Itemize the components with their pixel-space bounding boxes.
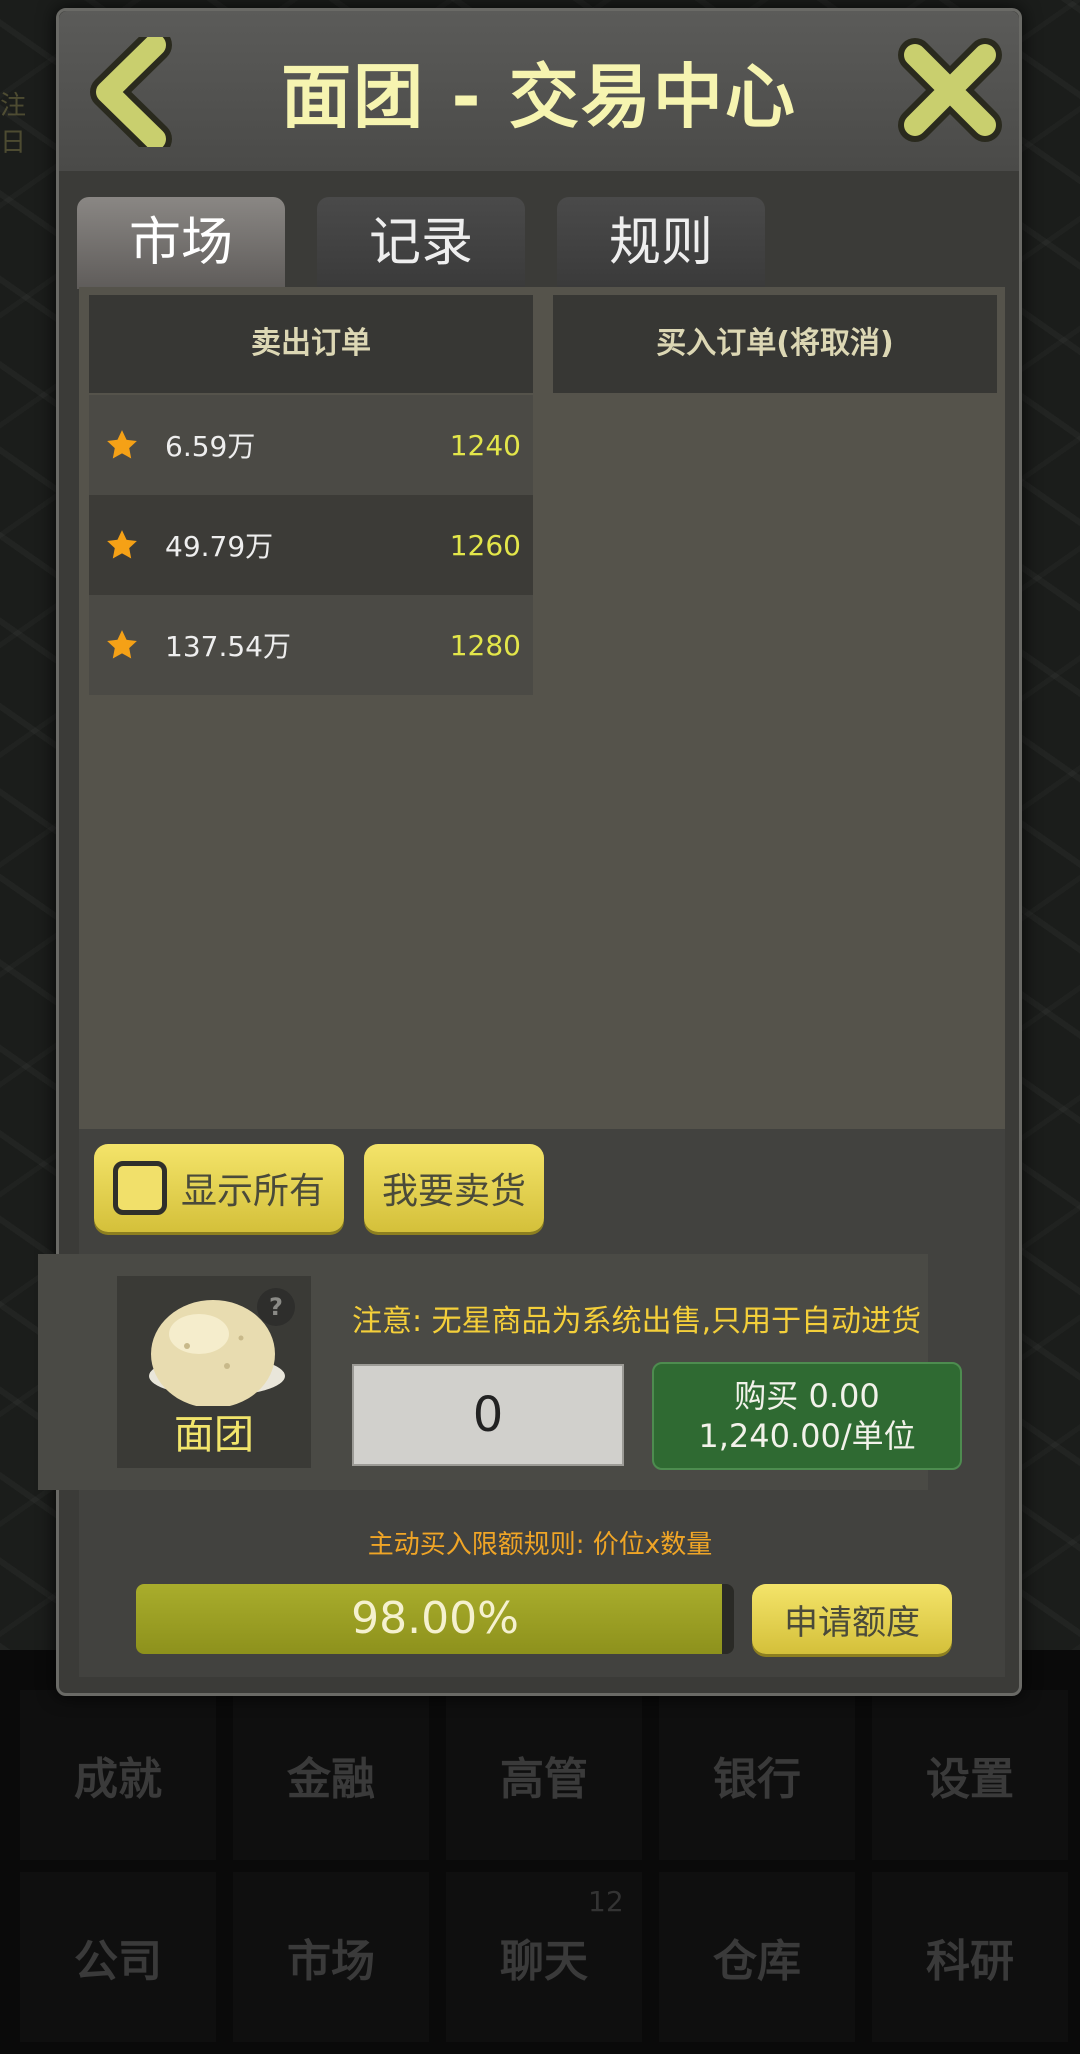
show-all-toggle[interactable]: 显示所有 <box>94 1144 344 1232</box>
order-price: 1240 <box>449 428 521 462</box>
quota-progress-label: 98.00% <box>351 1593 519 1644</box>
order-quantity: 6.59万 <box>165 430 256 463</box>
nav-company[interactable]: 公司 <box>20 1872 216 2042</box>
buy-button[interactable]: 购买 0.00 1,240.00/单位 <box>652 1362 962 1470</box>
show-all-checkbox[interactable] <box>112 1161 167 1215</box>
star-icon <box>107 530 137 559</box>
order-quantity: 49.79万 <box>165 530 274 563</box>
sell-goods-button[interactable]: 我要卖货 <box>364 1144 544 1232</box>
nav-bank[interactable]: 银行 <box>659 1690 855 1860</box>
show-all-label: 显示所有 <box>180 1171 325 1212</box>
dialog-header: 面团 - 交易中心 <box>59 11 1019 171</box>
close-button[interactable] <box>897 37 1003 143</box>
buy-unit-price: 1,240.00/单位 <box>698 1417 916 1455</box>
nav-executives[interactable]: 高管 <box>446 1690 642 1860</box>
sell-order-row[interactable]: 6.59万 1240 <box>89 395 533 495</box>
background-side-text: 注日 <box>0 91 27 158</box>
sell-orders-header: 卖出订单 <box>89 295 533 393</box>
sell-goods-label: 我要卖货 <box>381 1171 526 1212</box>
order-price: 1280 <box>449 628 521 662</box>
order-quantity: 137.54万 <box>165 630 291 663</box>
nav-market[interactable]: 市场 <box>233 1872 429 2042</box>
item-card[interactable]: ? 面团 <box>117 1276 311 1468</box>
bottom-nav: 成就 金融 高管 银行 设置 公司 市场 聊天 仓库 科研 <box>0 1650 1080 2054</box>
nav-warehouse[interactable]: 仓库 <box>659 1872 855 2042</box>
close-icon <box>898 38 1002 142</box>
help-icon[interactable]: ? <box>257 1288 295 1326</box>
quota-rule-text: 主动买入限额规则: 价位x数量 <box>367 1530 713 1560</box>
nav-settings[interactable]: 设置 <box>872 1690 1068 1860</box>
item-name: 面团 <box>174 1412 254 1458</box>
buy-total: 购买 0.00 <box>734 1377 880 1415</box>
tab-rules[interactable]: 规则 <box>557 197 765 289</box>
buy-orders-header: 买入订单(将取消) <box>553 295 997 393</box>
star-icon <box>107 630 137 659</box>
dialog-title: 面团 - 交易中心 <box>281 56 797 138</box>
chat-badge: 12 <box>588 1885 624 1918</box>
tab-records[interactable]: 记录 <box>317 197 525 289</box>
sell-order-row[interactable]: 49.79万 1260 <box>89 495 533 595</box>
apply-quota-button[interactable]: 申请额度 <box>752 1584 952 1654</box>
quantity-input[interactable]: 0 <box>352 1364 624 1466</box>
order-price: 1260 <box>449 528 521 562</box>
nav-achievements[interactable]: 成就 <box>20 1690 216 1860</box>
nav-finance[interactable]: 金融 <box>233 1690 429 1860</box>
nav-research[interactable]: 科研 <box>872 1872 1068 2042</box>
apply-quota-label: 申请额度 <box>784 1602 920 1643</box>
quota-progress-bar: 98.00% <box>136 1584 734 1654</box>
sell-order-row[interactable]: 137.54万 1280 <box>89 595 533 695</box>
notice-text: 注意: 无星商品为系统出售,只用于自动进货 <box>352 1304 922 1339</box>
tab-market[interactable]: 市场 <box>77 197 285 289</box>
star-icon <box>107 430 137 459</box>
market-panel: 卖出订单 买入订单(将取消) 6.59万 1240 49.79万 1260 13… <box>79 287 1005 1129</box>
